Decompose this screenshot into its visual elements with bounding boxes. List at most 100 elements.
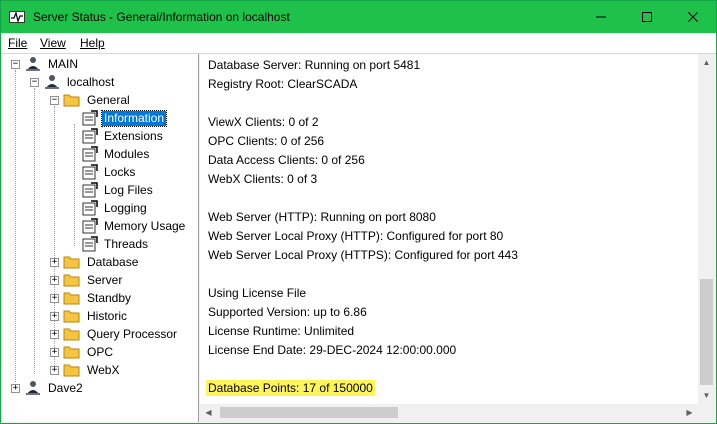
tree-node-threads[interactable]: Threads <box>82 235 150 253</box>
license-file-line: Using License File <box>208 286 307 300</box>
collapse-toggle[interactable]: − <box>50 95 59 105</box>
tree-label: Dave2 <box>48 380 83 395</box>
properties-icon <box>82 110 98 126</box>
horizontal-scrollbar[interactable]: ◀ ▶ <box>200 404 698 421</box>
expand-toggle[interactable]: + <box>50 365 59 375</box>
expand-toggle[interactable]: + <box>50 257 59 267</box>
properties-icon <box>82 236 98 252</box>
vertical-scroll-thumb[interactable] <box>700 279 713 385</box>
collapse-toggle[interactable]: − <box>11 59 20 69</box>
folder-icon <box>63 364 80 377</box>
tree-node-query-processor[interactable]: + Query Processor <box>50 325 179 343</box>
tree-label: Extensions <box>104 128 163 143</box>
license-end-date-line: License End Date: 29-DEC-2024 12:00:00.0… <box>208 343 457 357</box>
tree-label: Database <box>87 254 139 269</box>
tree-label: General <box>87 92 130 107</box>
server-status-window: Server Status - General/Information on l… <box>0 0 717 424</box>
expand-toggle[interactable]: + <box>50 293 59 303</box>
properties-icon <box>82 182 98 198</box>
close-icon <box>688 12 698 22</box>
tree-node-webx[interactable]: + WebX <box>50 361 121 379</box>
scroll-down-arrow-icon[interactable]: ▼ <box>698 387 715 404</box>
tree-node-standby[interactable]: + Standby <box>50 289 133 307</box>
minimize-icon <box>596 16 606 18</box>
tree-label: Information <box>100 109 168 127</box>
tree-guide <box>74 124 76 246</box>
tree-node-memory-usage[interactable]: Memory Usage <box>82 217 187 235</box>
tree-node-dave2[interactable]: + Dave2 <box>11 379 85 397</box>
scroll-up-arrow-icon[interactable]: ▲ <box>698 54 715 71</box>
maximize-button[interactable] <box>624 1 670 33</box>
tree-node-log-files[interactable]: Log Files <box>82 181 155 199</box>
tree-label: Locks <box>104 164 136 179</box>
properties-icon <box>82 164 98 180</box>
tree-node-historic[interactable]: + Historic <box>50 307 129 325</box>
vertical-scrollbar[interactable]: ▲ ▼ <box>698 54 715 404</box>
tree-node-logging[interactable]: Logging <box>82 199 149 217</box>
folder-icon <box>63 310 80 323</box>
menu-view[interactable]: View <box>40 36 66 50</box>
tree-label: localhost <box>67 74 115 89</box>
tree-label: Server <box>87 272 123 287</box>
server-tree[interactable]: − MAIN − localhost − General Information <box>2 54 199 422</box>
title-bar[interactable]: Server Status - General/Information on l… <box>1 1 716 33</box>
registry-root-line: Registry Root: ClearSCADA <box>208 77 358 91</box>
web-server-http-line: Web Server (HTTP): Running on port 8080 <box>208 210 436 224</box>
scroll-left-arrow-icon[interactable]: ◀ <box>200 404 217 421</box>
properties-icon <box>82 200 98 216</box>
expand-toggle[interactable]: + <box>50 329 59 339</box>
folder-open-icon <box>63 94 80 107</box>
tree-node-general[interactable]: − General <box>50 91 132 109</box>
tree-node-database[interactable]: + Database <box>50 253 140 271</box>
tree-node-opc[interactable]: + OPC <box>50 343 115 361</box>
minimize-button[interactable] <box>578 1 624 33</box>
tree-label: OPC <box>87 344 114 359</box>
tree-label: MAIN <box>48 56 78 71</box>
properties-icon <box>82 218 98 234</box>
information-pane[interactable]: Database Server: Running on port 5481 Re… <box>200 54 698 404</box>
expand-toggle[interactable]: + <box>50 275 59 285</box>
tree-node-server[interactable]: + Server <box>50 271 124 289</box>
collapse-toggle[interactable]: − <box>30 77 39 87</box>
menu-bar: File View Help <box>1 33 716 53</box>
close-button[interactable] <box>670 1 716 33</box>
database-points-highlight: Database Points: 17 of 150000 <box>206 380 375 396</box>
data-access-clients-line: Data Access Clients: 0 of 256 <box>208 153 365 167</box>
server-icon <box>26 57 40 71</box>
tree-label: Modules <box>104 146 150 161</box>
folder-icon <box>63 256 80 269</box>
tree-guide <box>15 70 17 382</box>
tree-label: Standby <box>87 290 132 305</box>
tree-node-localhost[interactable]: − localhost <box>30 73 116 91</box>
scroll-right-arrow-icon[interactable]: ▶ <box>681 404 698 421</box>
properties-icon <box>82 128 98 144</box>
webx-clients-line: WebX Clients: 0 of 3 <box>208 172 318 186</box>
license-runtime-line: License Runtime: Unlimited <box>208 324 355 338</box>
tree-label: Memory Usage <box>104 218 186 233</box>
viewx-clients-line: ViewX Clients: 0 of 2 <box>208 115 319 129</box>
expand-toggle[interactable]: + <box>50 311 59 321</box>
tree-node-information[interactable]: Information <box>82 109 168 127</box>
opc-clients-line: OPC Clients: 0 of 256 <box>208 134 325 148</box>
database-server-line: Database Server: Running on port 5481 <box>208 58 421 72</box>
tree-node-main[interactable]: − MAIN <box>11 55 80 73</box>
tree-label: Log Files <box>104 182 153 197</box>
window-title: Server Status - General/Information on l… <box>33 10 290 24</box>
menu-help[interactable]: Help <box>80 36 105 50</box>
server-icon <box>45 75 59 89</box>
tree-node-modules[interactable]: Modules <box>82 145 151 163</box>
expand-toggle[interactable]: + <box>11 383 20 393</box>
horizontal-scroll-thumb[interactable] <box>220 407 398 418</box>
tree-label: Historic <box>87 308 128 323</box>
maximize-icon <box>642 12 652 22</box>
tree-label: Threads <box>104 236 149 251</box>
supported-version-line: Supported Version: up to 6.86 <box>208 305 367 319</box>
tree-node-extensions[interactable]: Extensions <box>82 127 165 145</box>
tree-label: WebX <box>87 362 120 377</box>
server-status-app-icon <box>9 11 25 23</box>
expand-toggle[interactable]: + <box>50 347 59 357</box>
server-icon <box>26 381 40 395</box>
menu-file[interactable]: File <box>8 36 27 50</box>
tree-node-locks[interactable]: Locks <box>82 163 137 181</box>
database-points-line: Database Points: 17 of 150000 <box>206 380 375 396</box>
